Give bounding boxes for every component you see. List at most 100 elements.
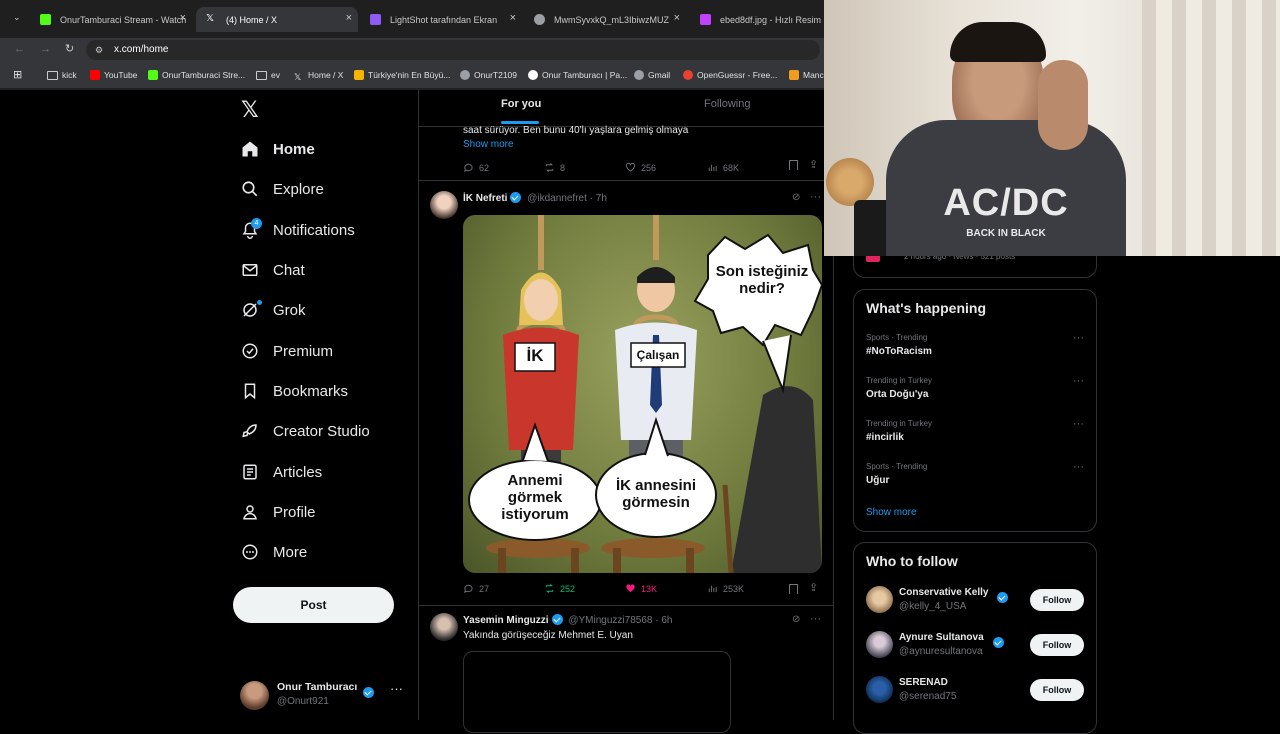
trend-item[interactable]: Sports · Trending Uğur ···	[854, 457, 1096, 497]
more-dots-icon[interactable]: ···	[810, 191, 821, 203]
apps-grid-icon[interactable]: ⊞	[13, 68, 22, 81]
like-action[interactable]: 256	[625, 162, 656, 173]
views-action[interactable]: 253K	[707, 583, 744, 594]
nav-chat[interactable]: Chat	[241, 257, 305, 283]
trend-item[interactable]: Trending in Turkey Orta Doğu'ya ···	[854, 371, 1096, 411]
tab-following[interactable]: Following	[704, 98, 750, 110]
close-tab-icon[interactable]: ×	[674, 12, 680, 24]
nav-more[interactable]: More	[241, 539, 307, 565]
bookmark-icon[interactable]	[789, 584, 798, 594]
nav-articles[interactable]: Articles	[241, 459, 322, 485]
post-image[interactable]: Son isteğiniz nedir? İK Çalışan Annemi g…	[463, 215, 822, 573]
nav-home[interactable]: Home	[241, 136, 315, 162]
bookmark-item[interactable]: OpenGuessr - Free...	[683, 70, 777, 80]
repost-action[interactable]: 8	[544, 162, 565, 173]
trend-name: #incirlik	[866, 432, 904, 443]
post-time[interactable]: 6h	[661, 615, 672, 626]
bookmark-item[interactable]: YouTube	[90, 70, 137, 80]
bookmark-item[interactable]: ev	[256, 70, 280, 80]
show-more-link[interactable]: Show more	[866, 507, 917, 518]
forward-icon[interactable]: →	[40, 43, 51, 55]
avatar[interactable]	[430, 613, 458, 641]
repost-action[interactable]: 252	[544, 583, 575, 594]
nav-creator-studio[interactable]: Creator Studio	[241, 418, 370, 444]
browser-tab[interactable]: ebed8df.jpg - Hızlı Resim	[690, 7, 824, 32]
grok-analyze-icon[interactable]: ⊘	[792, 614, 800, 625]
browser-tab[interactable]: MwmSyvxkQ_mL3IbiwzMUZg.p ×	[524, 7, 686, 32]
tab-strip: ⌄ OnurTamburaci Stream - Watch × 𝕏 (4) H…	[0, 0, 824, 38]
x-logo-icon[interactable]: 𝕏	[241, 97, 259, 123]
person-icon	[243, 505, 257, 520]
follow-suggestion[interactable]: SERENAD @serenad75 Follow	[854, 671, 1096, 711]
reply-action[interactable]: 27	[463, 583, 489, 594]
author-handle[interactable]: @YMinguzzi78568	[568, 615, 652, 626]
nav-label: Home	[273, 140, 315, 158]
nav-label: Profile	[273, 503, 316, 521]
more-dots-icon[interactable]: ···	[1073, 418, 1084, 430]
notification-badge: 4	[251, 218, 262, 229]
bookmark-item[interactable]: Türkiye'nin En Büyü...	[354, 70, 450, 80]
bookmark-item[interactable]: Manc	[789, 70, 824, 80]
close-tab-icon[interactable]: ×	[346, 12, 352, 24]
post-divider	[419, 180, 833, 181]
like-action[interactable]: 13K	[625, 583, 657, 594]
more-dots-icon[interactable]: ···	[810, 613, 821, 625]
person-hand	[1038, 60, 1088, 150]
share-icon[interactable]: ⇪	[809, 158, 818, 171]
browser-tab[interactable]: OnurTamburaci Stream - Watch ×	[30, 7, 192, 32]
close-tab-icon[interactable]: ×	[510, 12, 516, 24]
follow-button[interactable]: Follow	[1030, 589, 1084, 611]
bookmark-icon[interactable]	[789, 160, 798, 170]
author-name[interactable]: Yasemin Minguzzi	[463, 615, 549, 626]
browser-tab[interactable]: LightShot tarafından Ekran Gör... ×	[360, 7, 522, 32]
author-handle[interactable]: @ikdannefret	[527, 193, 587, 204]
follow-button[interactable]: Follow	[1030, 634, 1084, 656]
browser-tab-active[interactable]: 𝕏 (4) Home / X ×	[196, 7, 358, 32]
tab-for-you[interactable]: For you	[501, 98, 541, 110]
post-button[interactable]: Post	[233, 587, 394, 623]
show-more-link[interactable]: Show more	[463, 139, 514, 150]
nav-explore[interactable]: Explore	[241, 176, 324, 202]
views-action[interactable]: 68K	[707, 162, 739, 173]
nav-label: Bookmarks	[273, 382, 349, 400]
post-media[interactable]	[463, 651, 731, 733]
post-time[interactable]: 7h	[596, 193, 607, 204]
nav-profile[interactable]: Profile	[241, 499, 316, 525]
bookmark-item[interactable]: Onur Tamburacı | Pa...	[528, 70, 627, 80]
follow-suggestion[interactable]: Conservative Kelly @kelly_4_USA Follow	[854, 581, 1096, 621]
bookmark-item[interactable]: OnurT2109	[460, 70, 517, 80]
follow-button[interactable]: Follow	[1030, 679, 1084, 701]
reply-action[interactable]: 62	[463, 162, 489, 173]
trend-item[interactable]: Trending in Turkey #incirlik ···	[854, 414, 1096, 454]
nav-premium[interactable]: Premium	[241, 338, 333, 364]
active-tab-indicator	[501, 121, 539, 124]
nav-bookmarks[interactable]: Bookmarks	[241, 378, 348, 404]
trend-item[interactable]: Sports · Trending #NoToRacism ···	[854, 328, 1096, 368]
more-dots-icon[interactable]: ···	[1073, 375, 1084, 387]
main-feed: For you Following saat sürüyor. Ben bunu…	[418, 90, 834, 733]
avatar[interactable]	[430, 191, 458, 219]
nav-grok[interactable]: Grok	[241, 297, 306, 323]
more-dots-icon[interactable]: ···	[1073, 461, 1084, 473]
grok-analyze-icon[interactable]: ⊘	[792, 192, 800, 203]
more-dots-icon[interactable]: ···	[390, 681, 403, 696]
account-switcher[interactable]: Onur Tamburacı @Onurt921 ···	[240, 679, 410, 711]
reload-icon[interactable]: ↻	[65, 42, 74, 55]
url-input[interactable]: ⚙ x.com/home	[86, 40, 820, 60]
author-name[interactable]: İK Nefreti	[463, 193, 507, 204]
site-settings-icon[interactable]: ⚙	[95, 40, 103, 60]
bookmark-item[interactable]: Gmail	[634, 70, 670, 80]
share-icon[interactable]: ⇪	[809, 581, 818, 594]
x-favicon-icon: 𝕏	[206, 13, 215, 24]
follow-suggestion[interactable]: Aynure Sultanova @aynuresultanova Follow	[854, 626, 1096, 666]
more-dots-icon[interactable]: ···	[1073, 332, 1084, 344]
tab-search-icon[interactable]: ⌄	[13, 12, 21, 23]
bookmark-item[interactable]: OnurTamburaci Stre...	[148, 70, 245, 80]
bookmark-item[interactable]: 𝕏 Home / X	[294, 70, 343, 82]
image-favicon-icon	[700, 14, 711, 25]
bookmark-item[interactable]: kick	[47, 70, 77, 80]
back-icon[interactable]: ←	[14, 43, 25, 55]
reply-count: 62	[479, 162, 490, 173]
reply-icon	[464, 584, 473, 594]
close-tab-icon[interactable]: ×	[180, 12, 186, 24]
